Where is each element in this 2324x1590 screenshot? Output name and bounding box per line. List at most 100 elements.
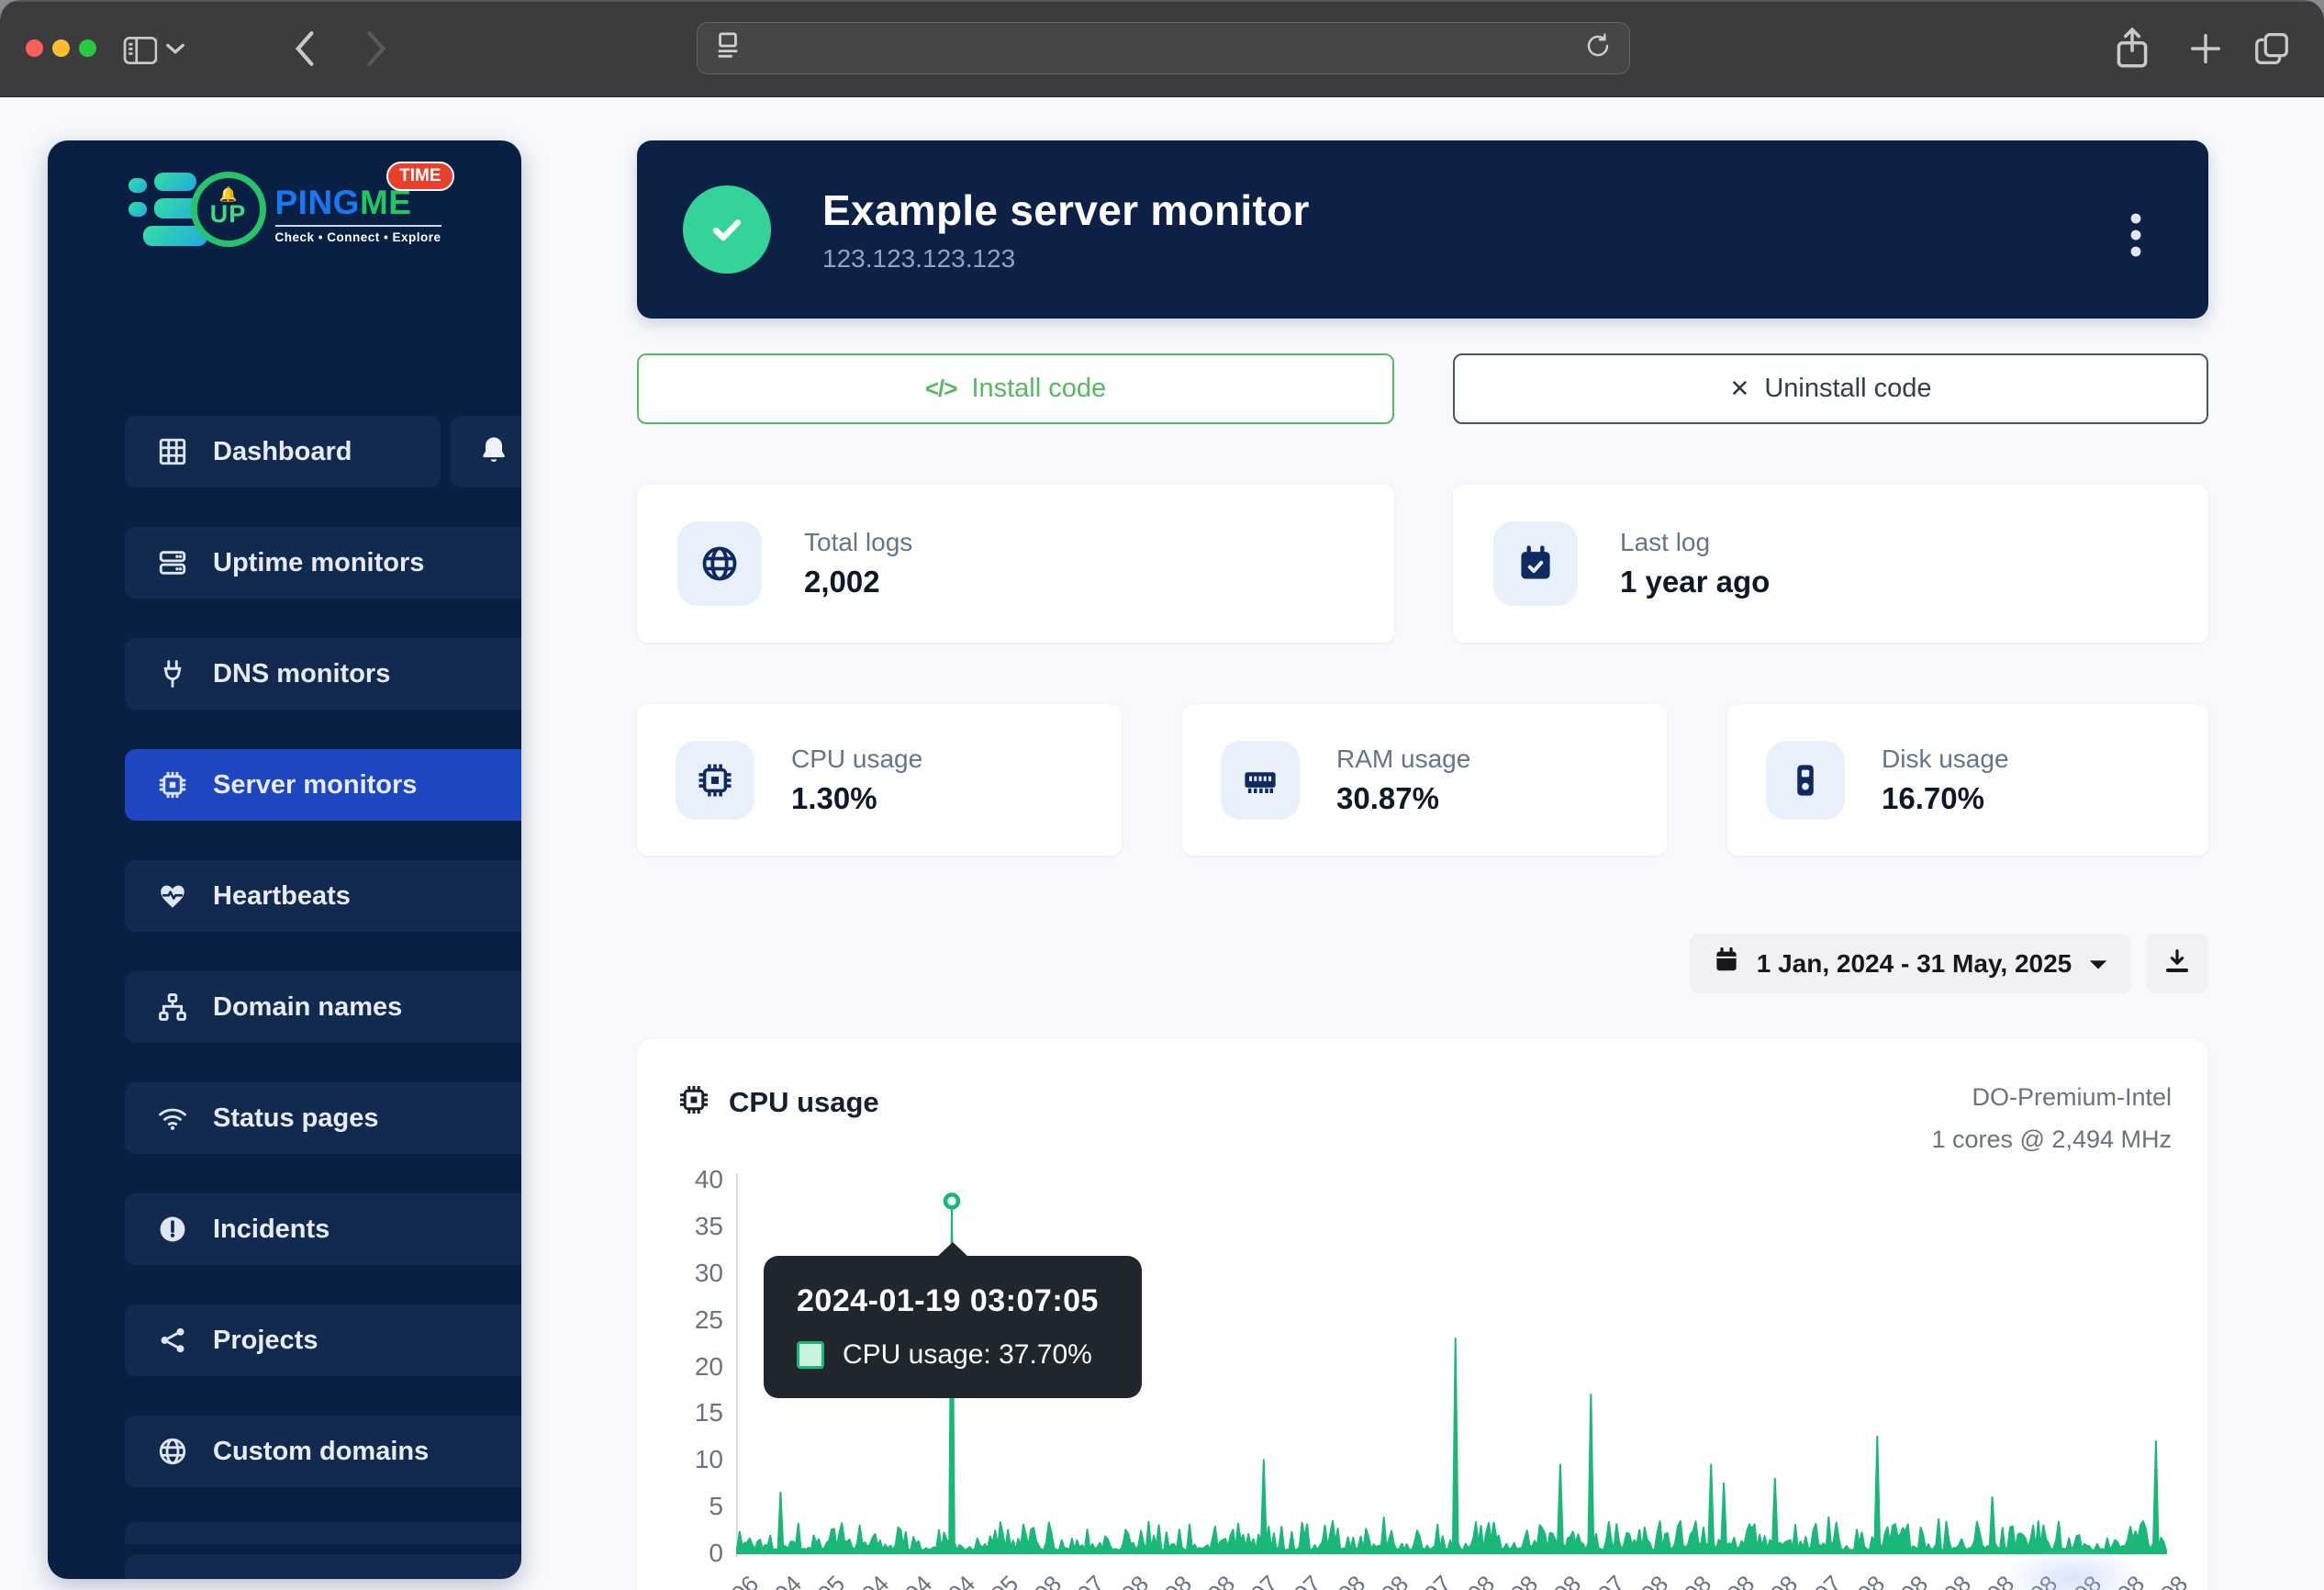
caret-down-icon [2088, 949, 2108, 979]
y-tick-label: 20 [659, 1352, 723, 1382]
date-range-picker[interactable]: 1 Jan, 2024 - 31 May, 2025 [1690, 934, 2131, 993]
x-tick-label: 04 [899, 1570, 937, 1590]
share-icon[interactable] [2111, 26, 2153, 72]
x-tick-label: 05 [986, 1570, 1024, 1590]
tab-overview-icon[interactable] [2251, 28, 2293, 70]
memory-icon [1221, 741, 1300, 820]
wifi-icon [156, 1102, 189, 1135]
monitor-ip: 123.123.123.123 [822, 244, 1310, 274]
x-tick-label: 07 [1418, 1570, 1457, 1590]
ram-usage-card: RAM usage 30.87% [1182, 704, 1667, 856]
calendar-icon [1713, 946, 1740, 980]
monitor-header: Example server monitor 123.123.123.123 [637, 140, 2208, 319]
chart-title: CPU usage [729, 1086, 879, 1119]
back-button[interactable] [292, 29, 316, 68]
sidebar-item-projects[interactable]: Projects [125, 1304, 521, 1376]
y-tick-label: 25 [659, 1305, 723, 1335]
x-tick-label: 08 [1158, 1570, 1197, 1590]
new-tab-icon[interactable] [2186, 29, 2225, 68]
forward-button[interactable] [365, 29, 389, 68]
stat-value: 30.87% [1336, 781, 1470, 816]
logo-time-badge: TIME [386, 162, 453, 191]
sidebar-item-dns-monitors[interactable]: DNS monitors [125, 638, 521, 710]
chip-icon [676, 741, 754, 820]
globe-icon [156, 1435, 189, 1468]
logo-speed-dashes-icon [128, 173, 196, 246]
x-tick-label: 08 [1202, 1570, 1241, 1590]
share-nodes-icon [156, 1324, 189, 1357]
x-tick-label: 08 [1505, 1570, 1544, 1590]
grid-icon [156, 435, 189, 468]
sidebar-toggle-icon[interactable] [121, 35, 160, 66]
partially-visible-nav-item [125, 1522, 521, 1544]
y-tick-label: 0 [659, 1539, 723, 1568]
chip-icon [156, 768, 189, 801]
check-circle-icon [683, 185, 771, 274]
servers-icon [156, 546, 189, 579]
sidebar-item-uptime-monitors[interactable]: Uptime monitors [125, 527, 521, 599]
traffic-lights [26, 39, 96, 57]
x-tick-label: 08 [1375, 1570, 1413, 1590]
chip-icon [677, 1083, 710, 1121]
hard-drive-icon [1766, 741, 1845, 820]
x-tick-label: 04 [855, 1570, 894, 1590]
x-icon: ✕ [1730, 375, 1750, 403]
reader-view-icon[interactable] [714, 30, 742, 66]
sidebar-item-server-monitors[interactable]: Server monitors [125, 749, 521, 821]
heart-pulse-icon [156, 879, 189, 913]
x-tick-label: 08 [1765, 1570, 1804, 1590]
stat-value: 1.30% [791, 781, 922, 816]
chart-tooltip: 2024-01-19 03:07:05 CPU usage: 37.70% [764, 1256, 1142, 1398]
x-tick-label: 08 [1722, 1570, 1760, 1590]
bell-icon: 🔔 [219, 191, 238, 200]
zoom-button[interactable] [79, 39, 96, 57]
browser-toolbar [0, 0, 2324, 97]
download-button[interactable] [2146, 934, 2208, 993]
uninstall-code-button[interactable]: ✕ Uninstall code [1453, 353, 2208, 424]
x-tick-label: 04 [942, 1570, 980, 1590]
series-swatch-icon [797, 1341, 824, 1369]
sidebar-item-custom-domains[interactable]: Custom domains [125, 1416, 521, 1487]
server-specs: 1 cores @ 2,494 MHz [1931, 1118, 2172, 1160]
stat-label: Disk usage [1882, 745, 2009, 774]
logo-tagline: Check • Connect • Explore [275, 230, 441, 244]
reload-icon[interactable] [1583, 30, 1613, 66]
cpu-usage-card: CPU usage 1.30% [637, 704, 1122, 856]
notifications-button[interactable] [451, 416, 521, 487]
stat-label: Last log [1620, 528, 1770, 557]
install-code-button[interactable]: </> Install code [637, 353, 1394, 424]
tooltip-caret [936, 1242, 969, 1258]
x-tick-label: 07 [1592, 1570, 1630, 1590]
sitemap-icon [156, 991, 189, 1024]
close-button[interactable] [26, 39, 43, 57]
code-icon: </> [925, 375, 957, 403]
minimize-button[interactable] [52, 39, 70, 57]
stat-label: RAM usage [1336, 745, 1470, 774]
chevron-down-icon[interactable] [165, 41, 185, 56]
sidebar: 🔔 UP TIME PINGME Check • Connect • Explo… [48, 140, 521, 1579]
x-tick-label: 08 [1548, 1570, 1587, 1590]
x-tick-label: 08 [1851, 1570, 1890, 1590]
stat-label: Total logs [804, 528, 912, 557]
x-tick-label: 08 [1115, 1570, 1154, 1590]
sidebar-item-domain-names[interactable]: Domain names [125, 971, 521, 1043]
x-tick-label: 07 [1289, 1570, 1327, 1590]
x-tick-label: 07 [1808, 1570, 1847, 1590]
x-tick-label: 05 [812, 1570, 851, 1590]
more-options-button[interactable] [2124, 205, 2148, 270]
x-tick-label: 08 [2155, 1570, 2194, 1590]
x-tick-label: 08 [1939, 1570, 1977, 1590]
x-tick-label: 08 [1894, 1570, 1933, 1590]
uptime-pingme-logo[interactable]: 🔔 UP TIME PINGME Check • Connect • Explo… [48, 159, 521, 260]
x-tick-label: 08 [1635, 1570, 1673, 1590]
exclamation-circle-icon [156, 1213, 189, 1246]
address-bar[interactable] [697, 22, 1630, 74]
user-name: Example [233, 1578, 476, 1580]
sidebar-item-incidents[interactable]: Incidents [125, 1193, 521, 1265]
sidebar-item-dashboard[interactable]: Dashboard [125, 416, 441, 487]
disk-usage-card: Disk usage 16.70% [1727, 704, 2208, 856]
sidebar-item-heartbeats[interactable]: Heartbeats [125, 860, 521, 932]
sidebar-item-status-pages[interactable]: Status pages [125, 1082, 521, 1154]
globe-icon [677, 521, 762, 606]
user-account[interactable]: Example sample@example.com [125, 1554, 521, 1579]
